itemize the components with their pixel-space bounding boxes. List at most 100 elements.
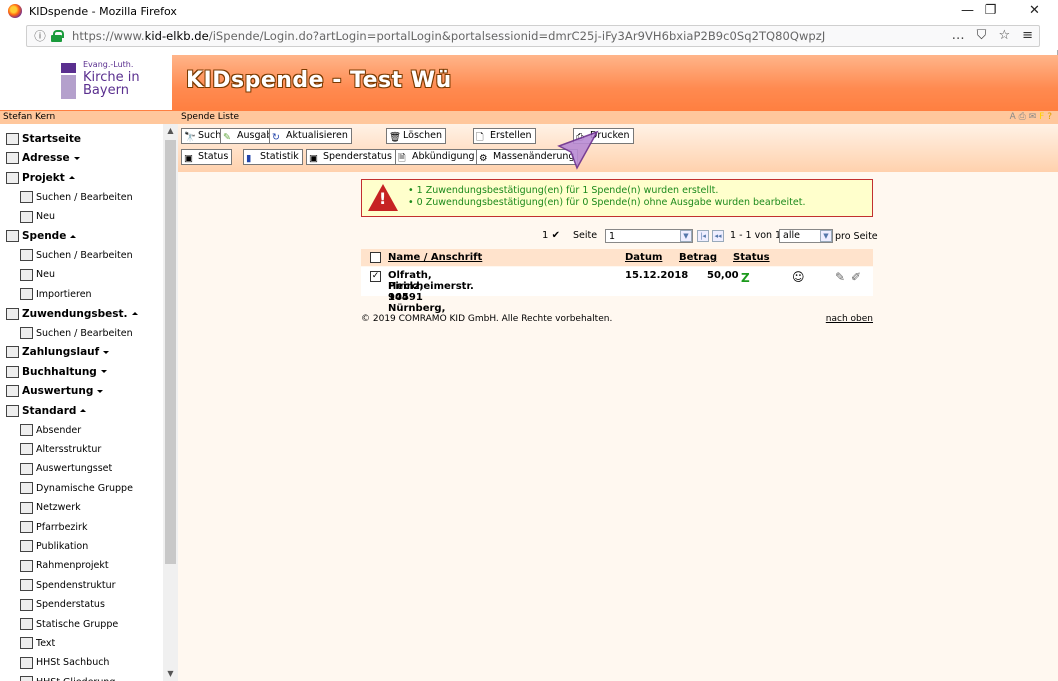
close-button[interactable]: ✕ — [1012, 0, 1057, 22]
site-info-icon[interactable]: ⓘ — [31, 28, 49, 44]
font-size-icon[interactable]: A — [1010, 112, 1016, 122]
sidebar-item[interactable]: Startseite — [6, 130, 81, 148]
table-row[interactable]: ✓ Olfrath, Heinz, 90491 Nürnberg, Pirckhe… — [361, 267, 873, 314]
prev-page-icon[interactable]: ◂◂ — [712, 230, 725, 242]
help-icon[interactable]: ? — [1047, 112, 1052, 122]
sidebar-item[interactable]: Publikation — [20, 537, 88, 555]
status-button[interactable]: ▣ Status — [181, 149, 233, 165]
sidebar-item[interactable]: Spenderstatus — [20, 596, 105, 614]
delete-button[interactable]: 🗑 Löschen — [386, 128, 446, 144]
first-page-icon[interactable]: |◂ — [697, 230, 709, 242]
select-all-checkbox[interactable] — [370, 252, 381, 263]
chevron-down-icon[interactable] — [100, 370, 107, 374]
sidebar-item-label: Statische Gruppe — [36, 618, 119, 630]
sidebar-item[interactable]: Netzwerk — [20, 499, 81, 517]
person-icon[interactable]: ☺ — [792, 270, 805, 284]
sidebar-item[interactable]: Text — [20, 634, 55, 652]
menu-icon[interactable]: ≡ — [1022, 28, 1033, 43]
sidebar-item[interactable]: Suchen / Bearbeiten — [20, 246, 133, 264]
row-checkbox[interactable]: ✓ — [370, 271, 381, 282]
scrollbar-thumb[interactable] — [165, 140, 176, 564]
col-status-header[interactable]: Status — [733, 252, 770, 263]
notice-list: 1 Zuwendungsbestätigung(en) für 1 Spende… — [408, 185, 806, 209]
url-text[interactable]: https://www.kid-elkb.de/iSpende/Login.do… — [72, 29, 825, 43]
donor-status-icon: ▣ — [309, 152, 318, 164]
create-button[interactable]: 🗋 Erstellen — [473, 128, 536, 144]
sidebar-item[interactable]: Altersstruktur — [20, 440, 101, 458]
status-icon: ▣ — [184, 152, 193, 164]
col-amount-header[interactable]: Betrag — [679, 252, 717, 263]
page-actions-icon[interactable]: … — [952, 28, 965, 43]
per-page-label: pro Seite — [835, 231, 878, 242]
pocket-icon[interactable]: ⛉ — [977, 28, 987, 43]
refresh-button[interactable]: ↻ Aktualisieren — [269, 128, 352, 144]
network-icon — [20, 501, 33, 514]
chevron-down-icon[interactable] — [103, 350, 110, 354]
bookmark-star-icon[interactable]: ☆ — [998, 28, 1010, 43]
sidebar-item[interactable]: Statische Gruppe — [20, 615, 118, 633]
page-select[interactable]: 1 ▼ — [605, 229, 693, 243]
chevron-up-icon[interactable] — [70, 234, 77, 238]
url-actions: … ⛉ ☆ ≡ — [952, 28, 1033, 43]
sidebar-item-label: Suchen / Bearbeiten — [36, 327, 133, 339]
restore-button[interactable]: ❐ — [968, 0, 1013, 22]
favorite-icon[interactable]: F — [1039, 112, 1044, 122]
sidebar-item[interactable]: Projekt — [6, 169, 75, 187]
chevron-down-icon: ▼ — [820, 230, 832, 242]
sidebar-item[interactable]: Suchen / Bearbeiten — [20, 324, 133, 342]
user-name: Stefan Kern — [0, 111, 178, 124]
col-date-header[interactable]: Datum — [625, 252, 662, 263]
donor-status-button[interactable]: ▣ Spenderstatus — [306, 149, 396, 165]
sidebar-item[interactable]: HHSt Sachbuch — [20, 654, 109, 672]
chevron-down-icon[interactable] — [73, 156, 80, 160]
lock-icon[interactable] — [50, 30, 64, 42]
sidebar-item[interactable]: Standard — [6, 402, 87, 420]
first-prev-buttons[interactable]: |◂ ◂◂ — [697, 229, 725, 243]
url-bar[interactable]: ⓘ https://www.kid-elkb.de/iSpende/Login.… — [26, 25, 1040, 47]
document-icon: 🗋 — [476, 131, 484, 143]
sidebar-item[interactable]: Zahlungslauf — [6, 343, 110, 361]
sidebar-item[interactable]: Adresse — [6, 149, 80, 167]
announcement-button[interactable]: 🗎 Abkündigung — [395, 149, 479, 165]
sidebar-scrollbar[interactable]: ▲ ▼ — [163, 124, 178, 681]
edit-icon[interactable]: ✎ — [835, 270, 845, 284]
payment-run-icon — [6, 346, 19, 359]
notice-line: 1 Zuwendungsbestätigung(en) für 1 Spende… — [408, 185, 805, 197]
chevron-up-icon[interactable] — [131, 312, 138, 316]
sidebar-item[interactable]: Pfarrbezirk — [20, 518, 87, 536]
statistics-button[interactable]: ▮ Statistik — [243, 149, 303, 165]
accounting-icon — [6, 365, 19, 378]
per-page-select[interactable]: alle ▼ — [779, 229, 833, 243]
col-name-header[interactable]: Name / Anschrift — [388, 252, 482, 263]
sidebar-item[interactable]: HHSt Gliederung — [20, 673, 115, 681]
sidebar-item[interactable]: Rahmenprojekt — [20, 557, 109, 575]
sidebar-item[interactable]: Buchhaltung — [6, 363, 107, 381]
sidebar-item[interactable]: Auswertungsset — [20, 460, 112, 478]
sidebar-item[interactable]: Dynamische Gruppe — [20, 479, 133, 497]
ledger-icon — [20, 656, 33, 669]
sidebar-item-label: Spendenstruktur — [36, 579, 116, 591]
sidebar-item[interactable]: Spende — [6, 227, 77, 245]
sidebar-item[interactable]: Neu — [20, 208, 55, 226]
sidebar-item[interactable]: Auswertung — [6, 382, 104, 400]
sidebar-item[interactable]: Neu — [20, 266, 55, 284]
sidebar-item[interactable]: Suchen / Bearbeiten — [20, 188, 133, 206]
donor-status-icon — [20, 598, 33, 611]
chevron-up-icon[interactable] — [80, 409, 87, 413]
table-header: Name / Anschrift Datum Betrag Status — [361, 249, 873, 266]
sidebar-item[interactable]: Absender — [20, 421, 81, 439]
print-icon[interactable]: ⎙ — [1019, 112, 1026, 122]
mail-icon[interactable]: ✉ — [1029, 112, 1037, 122]
chevron-up-icon[interactable] — [68, 176, 75, 180]
row-status: Z — [741, 271, 750, 285]
back-to-top-link[interactable]: nach oben — [826, 314, 873, 324]
chevron-down-icon[interactable] — [97, 389, 104, 393]
sidebar-item-label: Buchhaltung — [22, 365, 97, 378]
framework-project-icon — [20, 559, 33, 572]
sidebar-item[interactable]: Zuwendungsbest. — [6, 305, 138, 323]
scroll-up-icon[interactable]: ▲ — [166, 126, 175, 135]
edit-all-icon[interactable]: ✐ — [851, 270, 861, 284]
sidebar-item[interactable]: Importieren — [20, 285, 92, 303]
scroll-down-icon[interactable]: ▼ — [166, 669, 175, 678]
sidebar-item[interactable]: Spendenstruktur — [20, 576, 116, 594]
